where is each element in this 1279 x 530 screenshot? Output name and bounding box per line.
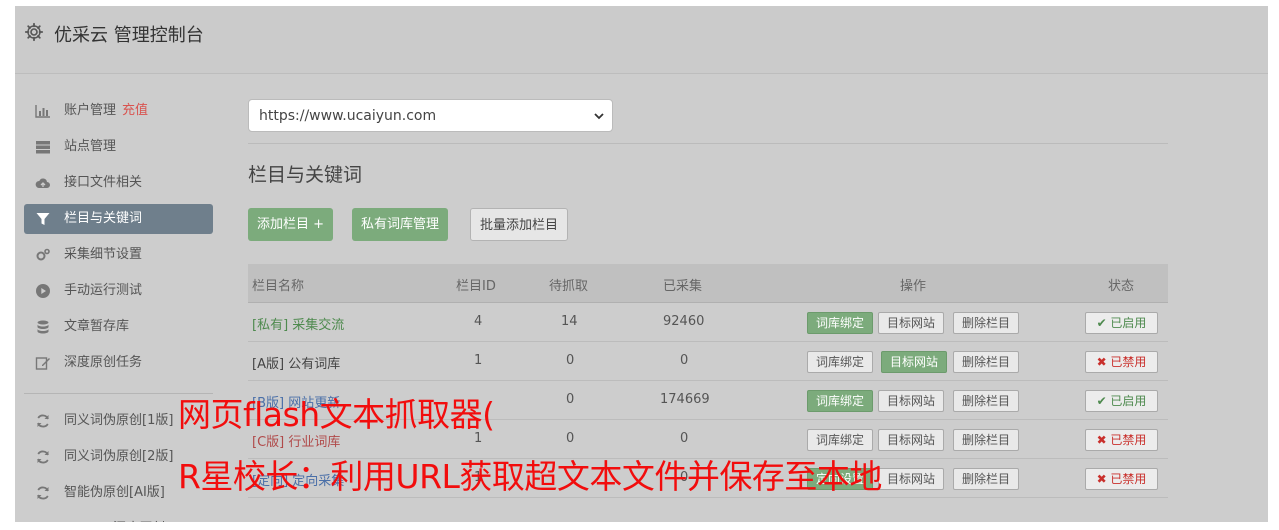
status-toggle[interactable]: ✖ 已禁用 [1085, 468, 1158, 490]
bind-library-button[interactable]: 词库绑定 [807, 351, 874, 373]
chevron-down-icon [594, 113, 604, 120]
sidebar-item-sites[interactable]: 站点管理 [24, 132, 213, 162]
col-header-ops: 操作 [900, 279, 927, 294]
sidebar-item-label: 账户管理 [64, 103, 117, 118]
pending-count-link[interactable]: 0 [566, 431, 574, 446]
sidebar-item-interface-files[interactable]: 接口文件相关 [24, 168, 213, 198]
play-circle-icon [36, 284, 50, 298]
top-header: 优采云 管理控制台 [15, 6, 1268, 74]
bind-library-button[interactable]: 词库绑定 [807, 390, 874, 412]
refresh-icon [37, 414, 49, 428]
sidebar-item-collect-settings[interactable]: 采集细节设置 [24, 240, 213, 270]
table-header: 栏目名称 栏目ID 待抓取 已采集 操作 状态 [248, 264, 1168, 303]
column-tag: [私有] [252, 318, 289, 333]
column-name-link[interactable]: 行业词库 [288, 435, 340, 450]
target-site-button[interactable]: 目标网站 [878, 468, 945, 490]
column-tag: [C版] [252, 435, 285, 450]
target-site-button[interactable]: 目标网站 [881, 351, 948, 373]
delete-column-button[interactable]: 删除栏目 [953, 429, 1020, 451]
site-select[interactable]: https://www.ucaiyun.com [248, 99, 613, 132]
delete-column-button[interactable]: 删除栏目 [953, 312, 1020, 334]
sidebar-item-label: 栏目与关键词 [64, 211, 143, 226]
overlay-caption-line-1: 网页flash文本抓取器( [178, 395, 495, 434]
status-toggle[interactable]: ✖ 已禁用 [1085, 351, 1158, 373]
col-header-status: 状态 [1108, 279, 1135, 294]
database-icon [37, 320, 49, 334]
delete-column-button[interactable]: 删除栏目 [953, 390, 1020, 412]
app-frame: 优采云 管理控制台 账户管理 充值 站点管理 接口文件相关 栏目与关键词 采集细节… [15, 6, 1268, 522]
table-row: [私有] 采集交流 4 14 92460 词库绑定 目标网站 删除栏目 ✔ 已启… [248, 303, 1168, 342]
column-name-link[interactable]: 公有词库 [288, 357, 340, 372]
column-name-link[interactable]: 采集交流 [292, 318, 344, 333]
edit-icon [35, 521, 51, 522]
col-header-pending: 待抓取 [549, 279, 589, 294]
cloud-upload-icon [35, 178, 50, 188]
add-column-button[interactable]: 添加栏目 + [248, 208, 334, 241]
column-tag: [A版] [252, 357, 285, 372]
bar-chart-icon [35, 105, 50, 118]
col-header-collected: 已采集 [663, 279, 703, 294]
server-icon [36, 141, 50, 154]
cogs-icon [36, 248, 50, 261]
divider [248, 143, 1168, 144]
collected-count: 174669 [660, 392, 710, 407]
pending-count-link[interactable]: 0 [566, 353, 574, 368]
col-header-id: 栏目ID [456, 279, 496, 294]
collected-count: 0 [680, 431, 689, 446]
sidebar-item-label: 文章暂存库 [64, 319, 130, 334]
status-toggle[interactable]: ✔ 已启用 [1085, 312, 1158, 334]
filter-icon [36, 213, 50, 225]
collected-count: 92460 [663, 314, 705, 329]
sidebar-item-label: 手动运行测试 [64, 283, 143, 298]
private-library-button[interactable]: 私有词库管理 [352, 208, 449, 241]
pending-count-link[interactable]: 0 [566, 392, 574, 407]
sidebar-item-label: UWriter深度原创 [64, 514, 165, 522]
sidebar-item-label: 采集细节设置 [64, 247, 143, 262]
sidebar-item-label: 站点管理 [64, 139, 117, 154]
gear-icon [24, 22, 44, 42]
section-title: 栏目与关键词 [248, 164, 363, 186]
column-id: 4 [474, 314, 483, 329]
pending-count-link[interactable]: 14 [561, 314, 578, 329]
bind-library-button[interactable]: 词库绑定 [807, 429, 874, 451]
col-header-name: 栏目名称 [252, 279, 305, 294]
sidebar-item-uwriter[interactable]: UWriter深度原创 [24, 514, 213, 522]
status-toggle[interactable]: ✔ 已启用 [1085, 390, 1158, 412]
collected-count: 0 [680, 353, 689, 368]
site-select-value: https://www.ucaiyun.com [259, 108, 437, 124]
target-site-button[interactable]: 目标网站 [878, 429, 945, 451]
refresh-icon [37, 450, 49, 464]
sidebar-item-label: 同义词伪原创[1版] [64, 413, 174, 428]
refresh-icon [37, 486, 49, 500]
overlay-caption-line-2: R星校长：利用URL获取超文本文件并保存至本地 [178, 457, 882, 496]
batch-add-column-button[interactable]: 批量添加栏目 [470, 208, 569, 241]
edit-icon [35, 357, 50, 370]
sidebar-item-article-store[interactable]: 文章暂存库 [24, 312, 213, 342]
target-site-button[interactable]: 目标网站 [878, 390, 945, 412]
bind-library-button[interactable]: 词库绑定 [807, 312, 874, 334]
app-title: 优采云 管理控制台 [54, 25, 204, 46]
table-row: [A版] 公有词库 1 0 0 词库绑定 目标网站 删除栏目 ✖ 已禁用 [248, 342, 1168, 381]
sidebar-item-columns-keywords[interactable]: 栏目与关键词 [24, 204, 213, 234]
column-id: 1 [474, 353, 483, 368]
sidebar-item-label: 接口文件相关 [64, 175, 143, 190]
sidebar-item-label: 同义词伪原创[2版] [64, 449, 174, 464]
target-site-button[interactable]: 目标网站 [878, 312, 945, 334]
sidebar-item-label: 智能伪原创[AI版] [64, 485, 165, 500]
delete-column-button[interactable]: 删除栏目 [953, 468, 1020, 490]
sidebar-item-manual-run[interactable]: 手动运行测试 [24, 276, 213, 306]
sidebar-item-deep-original[interactable]: 深度原创任务 [24, 348, 213, 378]
sidebar-item-label: 深度原创任务 [64, 355, 143, 370]
sidebar-item-account[interactable]: 账户管理 充值 [24, 96, 213, 126]
recharge-link[interactable]: 充值 [122, 103, 148, 118]
delete-column-button[interactable]: 删除栏目 [953, 351, 1020, 373]
status-toggle[interactable]: ✖ 已禁用 [1085, 429, 1158, 451]
